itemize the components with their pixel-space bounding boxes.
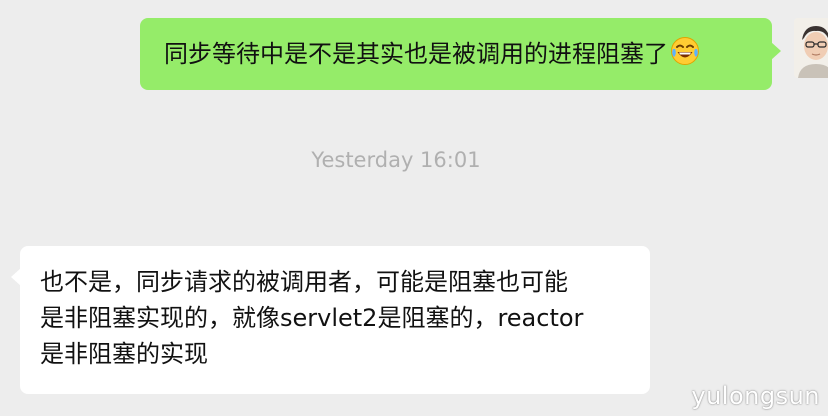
watermark: yulongsun	[691, 382, 820, 410]
self-avatar[interactable]	[794, 18, 828, 78]
message-timestamp: Yesterday 16:01	[311, 148, 481, 172]
incoming-message-line: 是非阻塞实现的，就像servlet2是阻塞的，reactor	[40, 304, 584, 332]
chat-view: 同步等待中是不是其实也是被调用的进程阻塞了 Yesterday 16:01 也不…	[0, 0, 828, 416]
outgoing-message-bubble[interactable]: 同步等待中是不是其实也是被调用的进程阻塞了	[140, 18, 781, 90]
incoming-message-line: 也不是，同步请求的被调用者，可能是阻塞也可能	[40, 268, 568, 296]
incoming-message-bubble[interactable]: 也不是，同步请求的被调用者，可能是阻塞也可能 是非阻塞实现的，就像servlet…	[11, 246, 650, 394]
outgoing-message-text: 同步等待中是不是其实也是被调用的进程阻塞了	[164, 40, 668, 68]
incoming-message-line: 是非阻塞的实现	[40, 340, 208, 368]
laughing-tears-emoji-icon	[670, 36, 700, 75]
